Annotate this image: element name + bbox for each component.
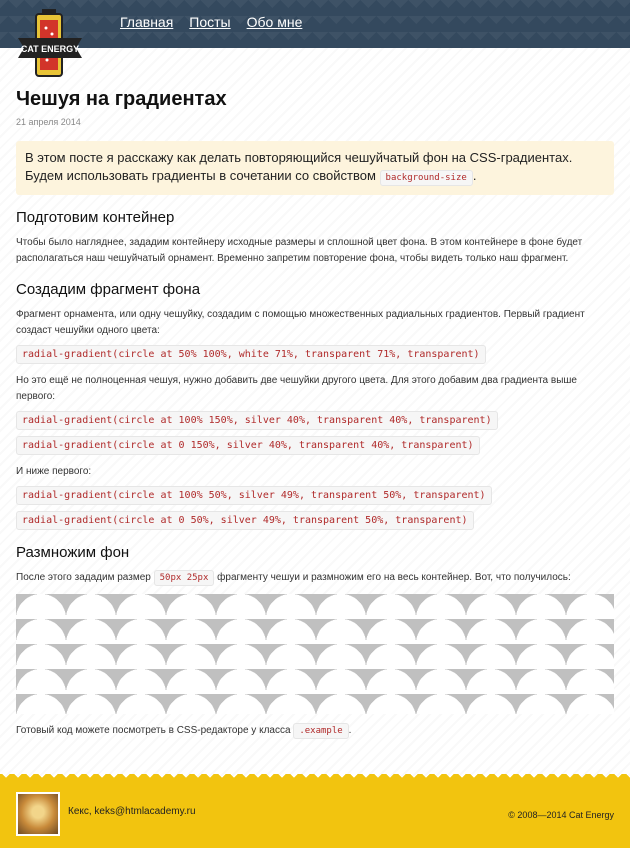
fragment-text-3: И ниже первого: [16, 466, 92, 477]
author-avatar [16, 792, 60, 836]
nav-link-about[interactable]: Обо мне [247, 14, 303, 30]
fragment-text-1: Фрагмент орнамента, или одну чешуйку, со… [16, 309, 585, 336]
section-heading-container: Подготовим контейнер [16, 209, 175, 226]
scale-pattern-example [16, 594, 614, 714]
final-text: Готовый код можете посмотреть в CSS-реда… [16, 723, 614, 739]
fragment-text-2: Но это ещё не полноценная чешуя, нужно д… [16, 375, 577, 402]
nav-link-home[interactable]: Главная [120, 14, 173, 30]
multiply-text-before: После этого зададим размер [16, 572, 151, 583]
site-header: CAT ENERGY Главная Посты Обо мне [0, 0, 630, 77]
multiply-text: После этого зададим размер 50px 25px фра… [16, 570, 614, 586]
final-text-end: . [348, 725, 352, 736]
main-nav: Главная Посты Обо мне [120, 14, 302, 30]
code-gradient-1: radial-gradient(circle at 50% 100%, whit… [16, 345, 486, 364]
section-heading-fragment: Создадим фрагмент фона [16, 281, 201, 298]
intro-text: В этом посте я расскажу как делать повто… [25, 150, 573, 183]
cat-energy-logo[interactable]: CAT ENERGY [16, 8, 84, 80]
code-gradient-2b: radial-gradient(circle at 0 150%, silver… [16, 436, 480, 455]
section-heading-multiply: Размножим фон [16, 544, 130, 561]
copyright: © 2008—2014 Cat Energy [508, 810, 614, 820]
post-date: 21 апреля 2014 [16, 117, 81, 127]
intro-code: background-size [379, 170, 473, 186]
nav-link-posts[interactable]: Посты [189, 14, 230, 30]
size-code: 50px 25px [153, 570, 215, 586]
intro-block: В этом посте я расскажу как делать повто… [16, 141, 614, 195]
multiply-text-after: фрагменту чешуи и размножим его на весь … [217, 572, 571, 583]
site-footer: Кекс, keks@htmlacademy.ru © 2008—2014 Ca… [0, 774, 630, 848]
section-text-container: Чтобы было нагляднее, зададим контейнеру… [16, 237, 583, 264]
intro-end: . [472, 168, 477, 183]
code-gradient-3a: radial-gradient(circle at 100% 50%, silv… [16, 486, 492, 505]
svg-text:CAT ENERGY: CAT ENERGY [21, 44, 79, 54]
example-class-code: .example [293, 723, 349, 739]
post-title: Чешуя на градиентах [16, 88, 227, 110]
code-gradient-3b: radial-gradient(circle at 0 50%, silver … [16, 511, 474, 530]
final-text-body: Готовый код можете посмотреть в CSS-реда… [16, 725, 291, 736]
code-gradient-2a: radial-gradient(circle at 100% 150%, sil… [16, 411, 498, 430]
post-content: Чешуя на градиентах 21 апреля 2014 В это… [16, 88, 614, 739]
author-info: Кекс, keks@htmlacademy.ru [68, 806, 196, 817]
